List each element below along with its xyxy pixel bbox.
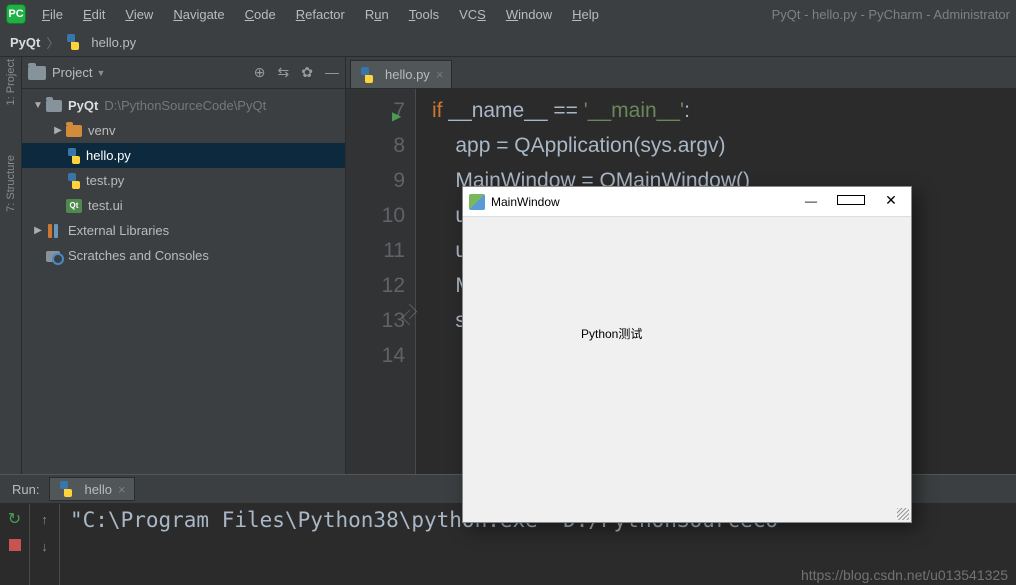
maximize-button[interactable] (837, 194, 865, 209)
project-panel-header: Project ▼ ⊕ ⇆ ✿ — (22, 57, 345, 89)
close-run-tab-icon[interactable]: × (118, 482, 126, 497)
down-arrow-icon[interactable]: ↓ (41, 539, 48, 554)
menu-tools[interactable]: Tools (401, 5, 447, 24)
app-body: Python测试 (463, 217, 911, 342)
menu-run[interactable]: Run (357, 5, 397, 24)
left-tool-rail: 1: Project 7: Structure (0, 57, 22, 474)
tree-label: hello.py (86, 148, 131, 163)
module-folder-icon (46, 100, 62, 112)
tree-label: test.py (86, 173, 124, 188)
close-button[interactable]: ✕ (877, 193, 905, 210)
tree-root-name: PyQt (68, 98, 98, 113)
rail-structure[interactable]: 7: Structure (5, 155, 17, 212)
tree-item-venv[interactable]: ▶ venv (22, 118, 345, 143)
tree-label: External Libraries (68, 223, 169, 238)
editor-tab-hello[interactable]: hello.py × (350, 60, 452, 88)
menu-vcs[interactable]: VCS (451, 5, 494, 24)
pycharm-logo-icon: PC (6, 4, 26, 24)
app-titlebar[interactable]: MainWindow — ✕ (463, 187, 911, 217)
expand-icon[interactable]: ⇆ (278, 64, 290, 81)
scratches-icon (46, 249, 62, 263)
stop-button[interactable] (6, 536, 24, 554)
window-title: PyQt - hello.py - PyCharm - Administrato… (772, 7, 1010, 22)
python-file-icon (66, 148, 82, 164)
chevron-right-icon[interactable]: ▶ (30, 225, 46, 236)
menu-navigate[interactable]: Navigate (165, 5, 232, 24)
python-file-icon (359, 67, 375, 83)
tree-label: venv (88, 123, 115, 138)
hide-panel-icon[interactable]: — (325, 64, 339, 81)
project-tree: ▼ PyQt D:\PythonSourceCode\PyQt ▶ venv h… (22, 89, 345, 474)
menu-edit[interactable]: Edit (75, 5, 113, 24)
python-file-icon (58, 481, 74, 497)
breadcrumb-file[interactable]: hello.py (91, 35, 136, 50)
libraries-icon (46, 224, 62, 238)
dropdown-icon[interactable]: ▼ (96, 68, 105, 78)
resize-grip-icon[interactable] (897, 508, 909, 520)
app-title: MainWindow (491, 195, 560, 209)
project-panel: Project ▼ ⊕ ⇆ ✿ — ▼ PyQt D:\PythonSource… (22, 57, 346, 474)
menu-help[interactable]: Help (564, 5, 607, 24)
close-tab-icon[interactable]: × (436, 67, 444, 82)
menu-window[interactable]: Window (498, 5, 560, 24)
menu-refactor[interactable]: Refactor (288, 5, 353, 24)
editor-tabs: hello.py × (346, 57, 1016, 89)
tree-external-libs[interactable]: ▶ External Libraries (22, 218, 345, 243)
output-nav: ↑ ↓ (30, 504, 60, 585)
menu-code[interactable]: Code (237, 5, 284, 24)
run-gutter-icon[interactable]: ▶ (392, 99, 401, 134)
run-label: Run: (12, 482, 39, 497)
run-toolbar: ↻ (0, 504, 30, 585)
rerun-button[interactable]: ↻ (6, 510, 24, 528)
tree-root-path: D:\PythonSourceCode\PyQt (104, 98, 266, 113)
chevron-right-icon: 〉 (46, 33, 59, 52)
tree-scratches[interactable]: Scratches and Consoles (22, 243, 345, 268)
gear-icon[interactable]: ✿ (301, 64, 313, 81)
folder-icon (66, 125, 82, 137)
tree-label: Scratches and Consoles (68, 248, 209, 263)
tree-item-test-py[interactable]: test.py (22, 168, 345, 193)
project-panel-title[interactable]: Project (52, 65, 92, 80)
app-icon (469, 194, 485, 210)
gutter[interactable]: ▶ 7891011121314 (346, 89, 416, 474)
tree-item-test-ui[interactable]: Qt test.ui (22, 193, 345, 218)
minimize-button[interactable]: — (797, 194, 825, 209)
menu-view[interactable]: View (117, 5, 161, 24)
tree-label: test.ui (88, 198, 123, 213)
chevron-right-icon[interactable]: ▶ (50, 125, 66, 136)
run-tab-label: hello (84, 482, 111, 497)
chevron-down-icon[interactable]: ▼ (30, 100, 46, 111)
editor-tab-label: hello.py (385, 67, 430, 82)
up-arrow-icon[interactable]: ↑ (41, 512, 48, 527)
menu-file[interactable]: File (34, 5, 71, 24)
app-window[interactable]: MainWindow — ✕ Python测试 (462, 186, 912, 523)
watermark: https://blog.csdn.net/u013541325 (801, 567, 1008, 583)
breadcrumb-root[interactable]: PyQt (10, 35, 40, 50)
tree-item-hello[interactable]: hello.py (22, 143, 345, 168)
locate-icon[interactable]: ⊕ (254, 64, 266, 81)
python-file-icon (66, 173, 82, 189)
run-tab[interactable]: hello × (49, 477, 134, 501)
qt-ui-icon: Qt (66, 199, 82, 213)
breadcrumb: PyQt 〉 hello.py (0, 28, 1016, 56)
python-file-icon (65, 34, 81, 50)
fold-region-icon[interactable] (404, 303, 416, 327)
rail-project[interactable]: 1: Project (5, 59, 17, 105)
menu-bar: PC File Edit View Navigate Code Refactor… (0, 0, 1016, 28)
project-folder-icon (28, 66, 46, 80)
app-label: Python测试 (581, 325, 642, 342)
tree-root[interactable]: ▼ PyQt D:\PythonSourceCode\PyQt (22, 93, 345, 118)
